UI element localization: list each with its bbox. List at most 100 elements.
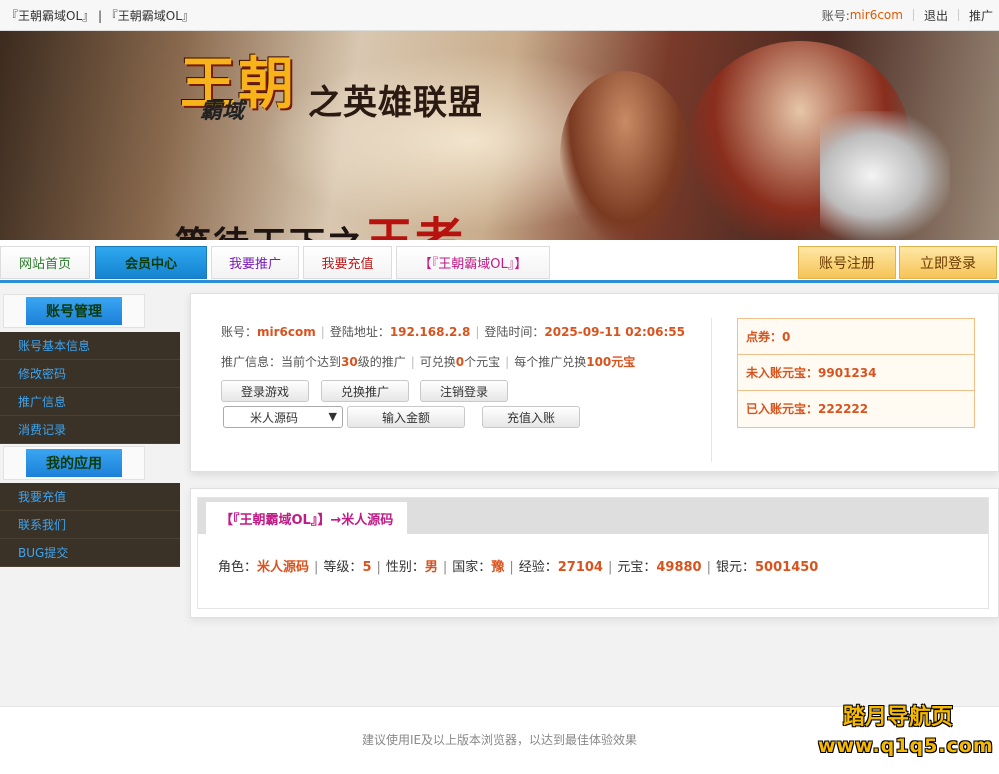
register-button[interactable]: 账号注册 <box>798 246 896 279</box>
promo-level: 30 <box>341 355 358 369</box>
sidebar-item-change-password[interactable]: 修改密码 <box>0 360 180 388</box>
login-button[interactable]: 立即登录 <box>899 246 997 279</box>
sidebar-item-consumption[interactable]: 消费记录 <box>0 416 180 444</box>
top-bar: 『王朝霸域OL』 | 『王朝霸域OL』 账号: mir6com 退出 推广 <box>0 0 999 31</box>
yb-value: 49880 <box>656 560 702 575</box>
character-box: 【『王朝霸域OL』】→米人源码 角色：米人源码 | 等级：5 | 性别：男 | 国家：豫 | 经… <box>197 497 989 609</box>
account-label: 账号: <box>821 8 850 23</box>
sidebar-head-account: 账号管理 <box>3 294 145 328</box>
gender-value: 男 <box>424 560 438 575</box>
balance-stats: 点券：0 未入账元宝：9901234 已入账元宝：222222 <box>737 318 975 428</box>
sidebar-item-contact[interactable]: 联系我们 <box>0 511 180 539</box>
promo-info-row: 推广信息：当前个达到30级的推广 | 可兑换0个元宝 | 每个推广兑换100元宝 <box>221 353 635 370</box>
banner-tagline-emphasis: 王者 <box>365 213 465 240</box>
logout-link[interactable]: 退出 <box>924 7 948 24</box>
pending-yb-value: 9901234 <box>818 366 877 380</box>
sidebar-item-bug-report[interactable]: BUG提交 <box>0 539 180 567</box>
divider: | <box>706 560 711 575</box>
promo-each-prefix: 每个推广兑换 <box>514 355 587 369</box>
nav-tab-game[interactable]: 【『王朝霸域OL』】 <box>396 246 550 279</box>
role-label: 角色： <box>218 560 258 575</box>
banner-tagline: 等待天下之王者 <box>175 201 465 240</box>
character-stats-line: 角色：米人源码 | 等级：5 | 性别：男 | 国家：豫 | 经验：27104 | 元宝：49880… <box>218 556 818 575</box>
banner-slogan: 之英雄联盟 <box>308 83 483 123</box>
chevron-down-icon: ▼ <box>328 410 337 423</box>
level-label: 等级： <box>323 560 363 575</box>
promo-exch-prefix: 可兑换 <box>419 355 456 369</box>
sidebar-account-list: 账号基本信息 修改密码 推广信息 消费记录 <box>0 332 180 444</box>
site-title: 『王朝霸域OL』 | 『王朝霸域OL』 <box>6 8 194 23</box>
exp-value: 27104 <box>557 560 603 575</box>
promo-exch-suffix: 个元宝 <box>464 355 501 369</box>
divider: | <box>607 560 613 575</box>
recharge-account-button[interactable]: 充值入账 <box>482 406 580 428</box>
divider: | <box>442 560 448 575</box>
watermark-url: www.q1q5.com <box>818 735 994 757</box>
divider: | <box>314 560 319 575</box>
promo-exch-count: 0 <box>455 355 465 369</box>
points-label: 点券： <box>746 330 783 344</box>
credited-yb-label: 已入账元宝： <box>746 402 819 416</box>
login-time-label: 登陆时间： <box>484 325 545 339</box>
character-tabbar: 【『王朝霸域OL』】→米人源码 <box>198 498 988 535</box>
banner-warrior <box>560 71 690 240</box>
role-value: 米人源码 <box>257 560 310 575</box>
nav-tab-member[interactable]: 会员中心 <box>95 246 207 279</box>
nation-label: 国家： <box>452 560 492 575</box>
sidebar-item-recharge[interactable]: 我要充值 <box>0 483 180 511</box>
divider: | <box>410 355 415 369</box>
character-tab[interactable]: 【『王朝霸域OL』】→米人源码 <box>206 502 408 535</box>
sidebar-head-apps: 我的应用 <box>3 446 145 480</box>
sidebar-head-apps-label: 我的应用 <box>26 449 122 477</box>
stat-points: 点券：0 <box>738 319 974 355</box>
promo-each-value: 100元宝 <box>586 355 636 369</box>
banner-logo-sub: 霸域 <box>200 98 245 124</box>
divider: | <box>505 355 510 369</box>
nation-value: 豫 <box>491 560 505 575</box>
divider <box>957 9 959 21</box>
divider: | <box>509 560 514 575</box>
sidebar-item-promo-info[interactable]: 推广信息 <box>0 388 180 416</box>
exp-label: 经验： <box>518 560 558 575</box>
character-panel: 【『王朝霸域OL』】→米人源码 角色：米人源码 | 等级：5 | 性别：男 | 国家：豫 | 经… <box>190 488 999 618</box>
input-amount-button[interactable]: 输入金额 <box>347 406 465 428</box>
login-addr-label: 登陆地址： <box>329 325 390 339</box>
promo-mid: 级的推广 <box>357 355 406 369</box>
level-value: 5 <box>362 560 372 575</box>
server-select-value: 米人源码 <box>250 410 299 425</box>
sidebar-item-basic-info[interactable]: 账号基本信息 <box>0 332 180 360</box>
divider: | <box>320 325 325 339</box>
yb-label: 元宝： <box>617 560 657 575</box>
stat-pending-yb: 未入账元宝：9901234 <box>738 355 974 391</box>
divider: | <box>376 560 381 575</box>
banner-wing <box>820 111 950 240</box>
nav-tab-promote[interactable]: 我要推广 <box>211 246 299 279</box>
silver-label: 银元： <box>716 560 756 575</box>
account-info-panel: 账号：mir6com | 登陆地址：192.168.2.8 | 登陆时间：2025-09… <box>190 293 999 472</box>
nav-tab-recharge[interactable]: 我要充值 <box>303 246 392 279</box>
divider <box>912 9 914 21</box>
sidebar-app-list: 我要充值 联系我们 BUG提交 <box>0 483 180 567</box>
page-footer: 建议使用IE及以上版本浏览器，以达到最佳体验效果 踏月导航页 www.q1q5.… <box>0 705 999 774</box>
watermark-title: 踏月导航页 <box>843 705 954 730</box>
silver-value: 5001450 <box>755 560 819 575</box>
exchange-promo-button[interactable]: 兑换推广 <box>321 380 409 402</box>
promote-link[interactable]: 推广 <box>969 7 993 24</box>
pending-yb-label: 未入账元宝： <box>746 366 819 380</box>
login-addr-value: 192.168.2.8 <box>389 325 471 339</box>
panel-divider <box>711 318 712 462</box>
account-label: 账号： <box>221 325 258 339</box>
login-info-row: 账号：mir6com | 登陆地址：192.168.2.8 | 登陆时间：2025-09… <box>221 323 685 340</box>
divider: | <box>475 325 480 339</box>
nav-tab-home[interactable]: 网站首页 <box>0 246 90 279</box>
account-name: mir6com <box>849 8 903 22</box>
sidebar-head-account-label: 账号管理 <box>26 297 122 325</box>
account-value: mir6com <box>257 325 316 339</box>
credited-yb-value: 222222 <box>818 402 869 416</box>
server-select[interactable]: 米人源码 ▼ <box>223 406 343 428</box>
promo-prefix: 推广信息：当前个达到 <box>221 355 342 369</box>
main-nav: 网站首页 会员中心 我要推广 我要充值 【『王朝霸域OL』】 账号注册 立即登录 <box>0 240 999 283</box>
login-game-button[interactable]: 登录游戏 <box>221 380 309 402</box>
game-banner: 王朝 霸域 之英雄联盟 等待天下之王者 <box>0 31 999 240</box>
logout-button[interactable]: 注销登录 <box>420 380 508 402</box>
